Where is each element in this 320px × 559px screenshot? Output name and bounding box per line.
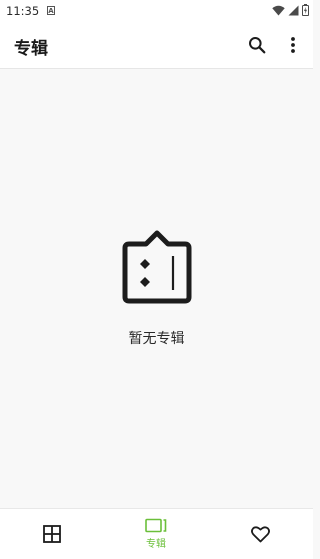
app-bar: 专辑 [0, 22, 313, 69]
status-icons [272, 4, 309, 16]
status-time: 11:35 [6, 4, 40, 18]
nav-label-albums: 专辑 [146, 539, 166, 550]
nav-item-favorites[interactable] [208, 509, 312, 559]
album-tv-icon [122, 230, 191, 304]
wifi-icon [272, 5, 285, 15]
notification-a-icon: A [47, 6, 55, 15]
empty-state: 暂无专辑 [0, 228, 313, 348]
empty-message: 暂无专辑 [128, 331, 185, 347]
status-bar: 11:35 A [0, 0, 313, 22]
heart-icon [250, 525, 270, 542]
album-icon [145, 518, 167, 533]
page-title: 专辑 [14, 39, 48, 59]
more-vertical-icon [291, 37, 295, 53]
cell-signal-icon [288, 5, 299, 15]
nav-item-albums[interactable]: 专辑 [104, 509, 208, 559]
search-icon [249, 37, 266, 54]
search-button[interactable] [244, 32, 270, 58]
nav-item-grid[interactable] [0, 509, 104, 559]
grid-icon [43, 525, 61, 543]
bottom-nav: 专辑 [0, 508, 313, 559]
battery-icon [302, 4, 309, 16]
more-options-button[interactable] [280, 32, 306, 58]
